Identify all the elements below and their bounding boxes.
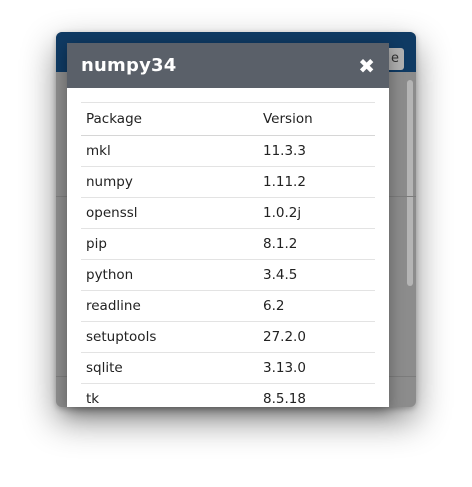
package-version: 3.4.5 [258,259,375,291]
table-row: numpy 1.11.2 [81,166,375,198]
package-version: 11.3.3 [258,135,375,167]
background-scrollbar [407,80,413,286]
close-icon[interactable]: ✖ [358,56,375,76]
table-header-row: Package Version [81,102,375,136]
table-row: tk 8.5.18 [81,383,375,407]
modal-header: numpy34 ✖ [67,43,389,88]
package-name: setuptools [81,321,258,353]
package-name: sqlite [81,352,258,384]
package-modal: numpy34 ✖ Package Version mkl 11.3.3 num… [67,43,389,407]
package-name: readline [81,290,258,322]
package-version: 1.0.2j [258,197,375,229]
package-version: 27.2.0 [258,321,375,353]
package-version: 3.13.0 [258,352,375,384]
table-row: openssl 1.0.2j [81,197,375,229]
table-row: readline 6.2 [81,290,375,322]
table-row: pip 8.1.2 [81,228,375,260]
column-header-package: Package [81,102,258,136]
package-table: Package Version mkl 11.3.3 numpy 1.11.2 … [81,102,375,407]
package-name: openssl [81,197,258,229]
table-row: python 3.4.5 [81,259,375,291]
package-name: pip [81,228,258,260]
package-name: numpy [81,166,258,198]
package-version: 8.5.18 [258,383,375,407]
package-name: tk [81,383,258,407]
table-row: mkl 11.3.3 [81,135,375,167]
table-row: setuptools 27.2.0 [81,321,375,353]
package-version: 1.11.2 [258,166,375,198]
package-name: mkl [81,135,258,167]
column-header-version: Version [258,102,375,136]
package-version: 6.2 [258,290,375,322]
package-version: 8.1.2 [258,228,375,260]
modal-body: Package Version mkl 11.3.3 numpy 1.11.2 … [67,88,389,407]
modal-title: numpy34 [81,55,177,76]
table-row: sqlite 3.13.0 [81,352,375,384]
package-name: python [81,259,258,291]
